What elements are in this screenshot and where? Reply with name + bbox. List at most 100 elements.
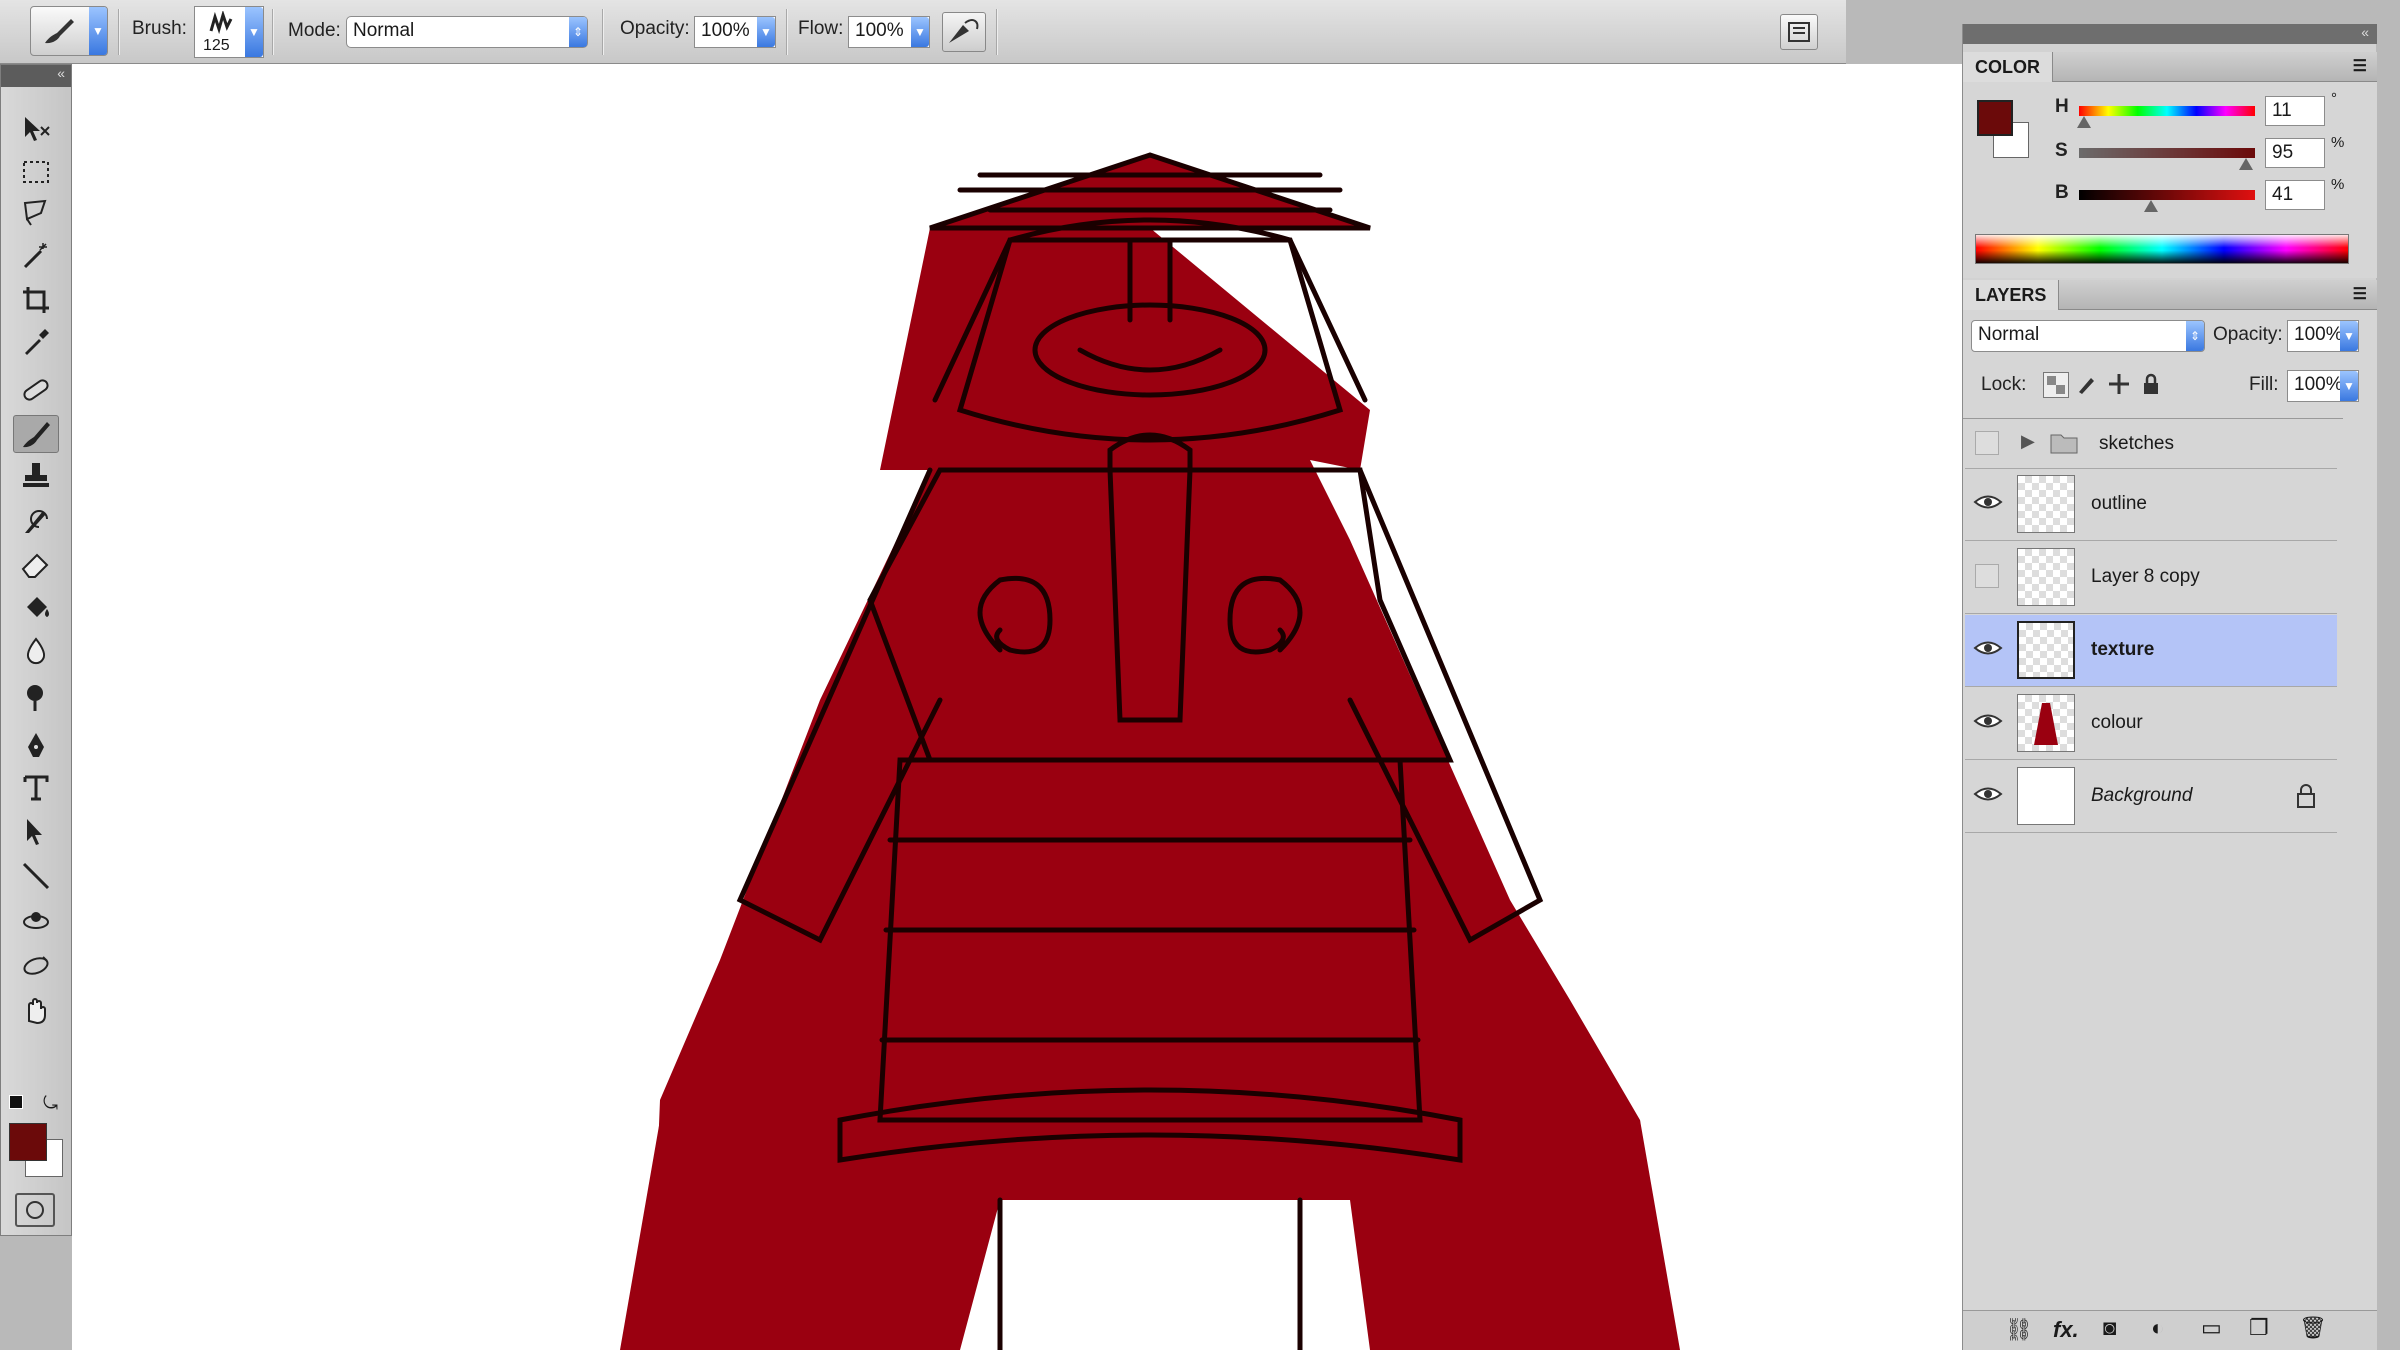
- chevron-down-icon[interactable]: ▼: [2340, 371, 2358, 401]
- flow-input[interactable]: 100% ▼: [848, 16, 930, 48]
- quick-mask-icon: [26, 1201, 44, 1219]
- tool-move[interactable]: [13, 111, 59, 149]
- layers-panel-header: LAYERS ☰: [1963, 280, 2377, 310]
- lock-transparency-button[interactable]: [2043, 372, 2069, 398]
- chevron-down-icon[interactable]: ▼: [89, 7, 107, 55]
- chevron-updown-icon[interactable]: ⇕: [2186, 321, 2204, 351]
- blend-mode-select[interactable]: Normal ⇕: [1971, 320, 2205, 352]
- chevron-down-icon[interactable]: ▼: [2340, 321, 2358, 351]
- document-canvas[interactable]: [72, 64, 1962, 1350]
- tool-history-brush[interactable]: [13, 501, 59, 539]
- tool-paint-bucket[interactable]: [13, 589, 59, 627]
- chevron-down-icon[interactable]: ▼: [911, 17, 929, 47]
- h-slider-thumb[interactable]: [2077, 116, 2092, 128]
- layer-opacity-label: Opacity:: [2213, 324, 2283, 345]
- foreground-color-swatch[interactable]: [1977, 100, 2013, 136]
- b-slider[interactable]: [2079, 190, 2255, 200]
- s-slider[interactable]: [2079, 148, 2255, 158]
- disclosure-triangle-icon[interactable]: ▶: [2021, 431, 2035, 452]
- layer-group-sketches[interactable]: ▶ sketches: [1965, 419, 2337, 469]
- tool-type[interactable]: [13, 769, 59, 807]
- layer-name: Layer 8 copy: [2091, 566, 2200, 587]
- toolbox-header[interactable]: «: [1, 65, 71, 87]
- new-layer-icon[interactable]: ❐: [2249, 1315, 2269, 1341]
- airbrush-toggle[interactable]: [942, 12, 986, 52]
- dock-header[interactable]: «: [1963, 24, 2377, 44]
- layer-row[interactable]: texture: [1965, 615, 2337, 687]
- color-spectrum-bar[interactable]: [1975, 234, 2349, 264]
- chevron-updown-icon[interactable]: ⇕: [569, 17, 587, 47]
- panel-toggle-button[interactable]: [1780, 14, 1818, 50]
- tool-3d-rotate[interactable]: [13, 903, 59, 941]
- layers-panel: Normal ⇕ Opacity: 100% ▼ Lock: Fill: 100…: [1963, 310, 2377, 1350]
- trash-icon[interactable]: 🗑: [2299, 1315, 2327, 1341]
- opacity-value: 100%: [701, 20, 750, 41]
- adjustment-layer-icon[interactable]: ◐: [2151, 1315, 2164, 1341]
- chevron-down-icon[interactable]: ▼: [757, 17, 775, 47]
- b-label: B: [2055, 182, 2069, 203]
- tool-magic-wand[interactable]: [13, 237, 59, 275]
- fill-input[interactable]: 100% ▼: [2287, 370, 2359, 402]
- tool-healing[interactable]: [13, 371, 59, 409]
- collapse-icon[interactable]: «: [2361, 24, 2369, 40]
- eye-icon[interactable]: [1973, 783, 2003, 809]
- h-input[interactable]: 11: [2265, 96, 2325, 126]
- tool-lasso[interactable]: [13, 193, 59, 231]
- chevron-down-icon[interactable]: ▼: [245, 7, 263, 57]
- tab-layers[interactable]: LAYERS: [1963, 280, 2060, 310]
- add-mask-icon[interactable]: ◙: [2103, 1315, 2116, 1341]
- tool-marquee[interactable]: [13, 153, 59, 191]
- layer-opacity-value: 100%: [2294, 324, 2343, 345]
- s-input[interactable]: 95: [2265, 138, 2325, 168]
- tool-eraser[interactable]: [13, 545, 59, 583]
- tool-stamp[interactable]: [13, 457, 59, 495]
- link-layers-icon[interactable]: ⛓: [2005, 1317, 2033, 1343]
- layer-opacity-input[interactable]: 100% ▼: [2287, 320, 2359, 352]
- tab-color[interactable]: COLOR: [1963, 52, 2053, 82]
- airbrush-icon: [949, 19, 979, 43]
- tool-dodge[interactable]: [13, 679, 59, 717]
- eye-icon[interactable]: [1973, 491, 2003, 517]
- tool-path-select[interactable]: [13, 813, 59, 851]
- b-input[interactable]: 41: [2265, 180, 2325, 210]
- b-slider-thumb[interactable]: [2144, 200, 2159, 212]
- visibility-toggle[interactable]: [1975, 564, 1999, 588]
- tool-3d-orbit[interactable]: [13, 947, 59, 985]
- tool-preset-picker[interactable]: ▼: [30, 6, 108, 56]
- eye-icon[interactable]: [1973, 710, 2003, 736]
- layer-row[interactable]: colour: [1965, 688, 2337, 760]
- tool-line[interactable]: [13, 857, 59, 895]
- lock-pixels-button[interactable]: [2075, 372, 2101, 398]
- visibility-toggle[interactable]: [1975, 431, 1999, 455]
- panel-menu-icon[interactable]: ☰: [2353, 284, 2367, 304]
- mode-select[interactable]: Normal ⇕: [346, 16, 588, 48]
- default-colors-icon[interactable]: [9, 1095, 23, 1109]
- layer-thumbnail: [2017, 767, 2075, 825]
- layer-row[interactable]: Background: [1965, 761, 2337, 833]
- layer-row[interactable]: outline: [1965, 469, 2337, 541]
- tool-eyedropper[interactable]: [13, 323, 59, 361]
- h-slider[interactable]: [2079, 106, 2255, 116]
- eye-icon[interactable]: [1973, 637, 2003, 663]
- brush-label: Brush:: [132, 18, 187, 39]
- fx-icon[interactable]: fx.: [2053, 1317, 2079, 1343]
- tool-blur[interactable]: [13, 633, 59, 671]
- collapse-icon[interactable]: «: [57, 65, 65, 81]
- tool-hand[interactable]: [13, 991, 59, 1029]
- lock-all-button[interactable]: [2139, 372, 2165, 398]
- new-group-icon[interactable]: ▭: [2201, 1315, 2222, 1341]
- brush-picker[interactable]: 125 ▼: [194, 6, 264, 58]
- samurai-artwork[interactable]: [72, 64, 1962, 1350]
- lock-position-button[interactable]: [2107, 372, 2133, 398]
- opacity-input[interactable]: 100% ▼: [694, 16, 776, 48]
- layer-thumbnail: [2017, 621, 2075, 679]
- tool-pen[interactable]: [13, 727, 59, 765]
- tool-crop[interactable]: [13, 281, 59, 319]
- layer-row[interactable]: Layer 8 copy: [1965, 542, 2337, 614]
- foreground-color-swatch[interactable]: [9, 1123, 47, 1161]
- panel-menu-icon[interactable]: ☰: [2353, 56, 2367, 76]
- quick-mask-button[interactable]: [15, 1193, 55, 1227]
- swap-colors-icon[interactable]: ⤿: [43, 1093, 58, 1114]
- s-slider-thumb[interactable]: [2239, 158, 2254, 170]
- tool-brush[interactable]: [13, 415, 59, 453]
